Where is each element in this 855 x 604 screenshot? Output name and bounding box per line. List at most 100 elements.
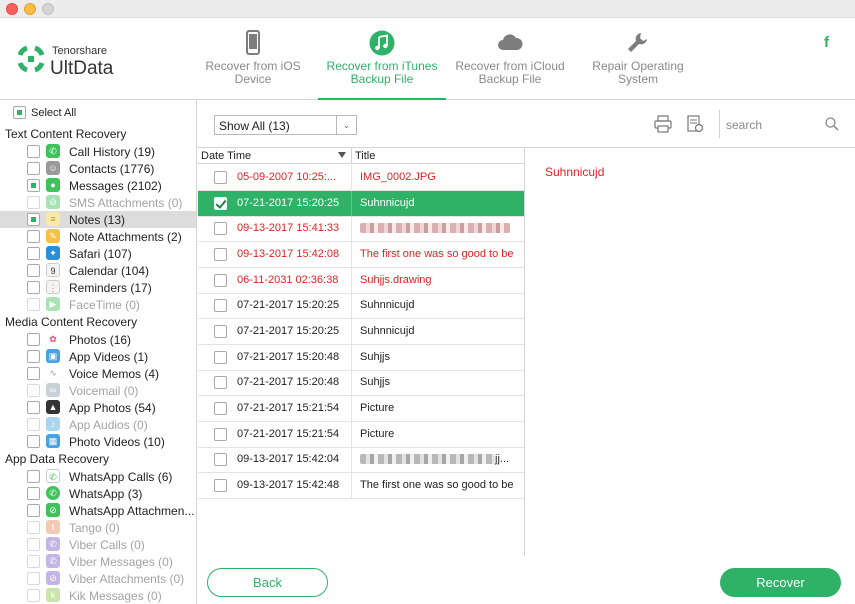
item-checkbox[interactable] (27, 333, 40, 346)
column-divider (351, 447, 352, 472)
tab-repair-os[interactable]: Repair Operating System (583, 18, 693, 100)
paperclip-icon: ⊘ (46, 195, 60, 209)
cell-date: 07-21-2017 15:20:48 (237, 351, 340, 363)
sidebar-item-label: Call History (19) (69, 145, 156, 159)
item-checkbox[interactable] (27, 470, 40, 483)
item-checkbox[interactable] (27, 401, 40, 414)
export-settings-icon[interactable] (686, 115, 704, 133)
close-window-button[interactable] (6, 3, 18, 15)
item-checkbox[interactable] (27, 213, 40, 226)
sidebar-item-whatsapp-calls[interactable]: ✆ WhatsApp Calls (6) (0, 468, 196, 485)
sidebar-item-app-videos[interactable]: ▣ App Videos (1) (0, 348, 196, 365)
preview-content: Suhnnicujd (545, 165, 605, 179)
row-checkbox[interactable] (214, 325, 227, 338)
table-row[interactable]: 07-21-2017 15:20:48 Suhjjs (198, 370, 524, 396)
table-row[interactable]: 09-13-2017 15:42:08 The first one was so… (198, 242, 524, 268)
tab-recover-itunes-backup[interactable]: Recover from iTunes Backup File (318, 18, 446, 100)
table-row[interactable]: 07-21-2017 15:20:25 Suhnnicujd (198, 293, 524, 319)
row-checkbox[interactable] (214, 428, 227, 441)
column-divider (351, 242, 352, 267)
sidebar-item-label: FaceTime (0) (69, 298, 140, 312)
minimize-window-button[interactable] (24, 3, 36, 15)
item-checkbox[interactable] (27, 162, 40, 175)
item-checkbox[interactable] (27, 367, 40, 380)
zoom-window-button[interactable] (42, 3, 54, 15)
row-checkbox[interactable] (214, 351, 227, 364)
item-checkbox[interactable] (27, 281, 40, 294)
sidebar-item-safari[interactable]: ✦ Safari (107) (0, 245, 196, 262)
row-checkbox[interactable] (214, 453, 227, 466)
cell-date: 07-21-2017 15:21:54 (237, 428, 340, 440)
table-row[interactable]: 09-13-2017 15:42:48 The first one was so… (198, 473, 524, 499)
column-divider (351, 293, 352, 318)
sidebar-item-contacts[interactable]: ☺ Contacts (1776) (0, 160, 196, 177)
sidebar-item-whatsapp[interactable]: ✆ WhatsApp (3) (0, 485, 196, 502)
sidebar-item-messages[interactable]: ● Messages (2102) (0, 177, 196, 194)
item-checkbox[interactable] (27, 145, 40, 158)
note-preview-pane: Suhnnicujd (526, 148, 855, 556)
row-checkbox[interactable] (214, 248, 227, 261)
table-row[interactable]: 07-21-2017 15:20:48 Suhjjs (198, 345, 524, 371)
sidebar-item-call-history[interactable]: ✆ Call History (19) (0, 143, 196, 160)
sidebar-item-notes[interactable]: ≡ Notes (13) (0, 211, 196, 228)
reminders-list-icon: ⋮ (46, 280, 60, 294)
sidebar-item-label: Calendar (104) (69, 264, 150, 278)
sidebar-item-photos[interactable]: ✿ Photos (16) (0, 331, 196, 348)
phone-icon (246, 30, 260, 55)
row-checkbox[interactable] (214, 376, 227, 389)
cell-title: IMG_0002.JPG (360, 171, 436, 183)
item-checkbox[interactable] (27, 487, 40, 500)
sidebar-item-reminders[interactable]: ⋮ Reminders (17) (0, 279, 196, 296)
item-checkbox[interactable] (27, 247, 40, 260)
sidebar-item-note-attachments[interactable]: ✎ Note Attachments (2) (0, 228, 196, 245)
row-checkbox[interactable] (214, 274, 227, 287)
sort-descending-icon[interactable] (338, 152, 346, 158)
table-row[interactable]: 07-21-2017 15:21:54 Picture (198, 396, 524, 422)
item-checkbox[interactable] (27, 435, 40, 448)
sidebar-item-label: WhatsApp Attachmen... (69, 504, 195, 518)
cell-date: 07-21-2017 15:21:54 (237, 402, 340, 414)
item-checkbox[interactable] (27, 504, 40, 517)
table-row[interactable]: 07-21-2017 15:21:54 Picture (198, 422, 524, 448)
tab-recover-ios-device[interactable]: Recover from iOS Device (199, 18, 307, 100)
search-input[interactable] (726, 115, 836, 135)
filter-dropdown[interactable]: Show All (13) ⌄ (214, 115, 357, 135)
print-icon[interactable] (654, 115, 672, 133)
column-divider (351, 396, 352, 421)
back-button[interactable]: Back (207, 568, 328, 597)
chevron-down-icon[interactable]: ⌄ (336, 116, 356, 134)
table-row[interactable]: 06-11-2031 02:36:38 Suhjjs.drawing (198, 268, 524, 294)
item-checkbox[interactable] (27, 230, 40, 243)
sidebar-item-label: SMS Attachments (0) (69, 196, 183, 210)
table-row[interactable]: 07-21-2017 15:20:25 Suhnnicujd (198, 191, 524, 217)
column-divider (351, 422, 352, 447)
row-checkbox[interactable] (214, 299, 227, 312)
table-row[interactable]: 05-09-2007 10:25:... IMG_0002.JPG (198, 165, 524, 191)
column-header-title[interactable]: Title (355, 150, 375, 162)
row-checkbox[interactable] (214, 197, 227, 210)
sidebar-item-label: Messages (2102) (69, 179, 162, 193)
item-checkbox[interactable] (27, 350, 40, 363)
item-checkbox[interactable] (27, 264, 40, 277)
select-all-checkbox[interactable] (13, 106, 26, 119)
sidebar-item-calendar[interactable]: 9 Calendar (104) (0, 262, 196, 279)
facebook-icon[interactable]: f (824, 34, 829, 51)
row-checkbox[interactable] (214, 402, 227, 415)
row-checkbox[interactable] (214, 479, 227, 492)
sidebar-item-photo-videos[interactable]: ▦ Photo Videos (10) (0, 433, 196, 450)
row-checkbox[interactable] (214, 222, 227, 235)
row-checkbox[interactable] (214, 171, 227, 184)
search-icon[interactable] (825, 117, 839, 131)
table-row[interactable]: 09-13-2017 15:42:04 jj... (198, 447, 524, 473)
sidebar-item-whatsapp-attachments[interactable]: ⊘ WhatsApp Attachmen... (0, 502, 196, 519)
item-checkbox[interactable] (27, 179, 40, 192)
sidebar-item-label: Safari (107) (69, 247, 132, 261)
table-row[interactable]: 07-21-2017 15:20:25 Suhnnicujd (198, 319, 524, 345)
tab-recover-icloud-backup[interactable]: Recover from iCloud Backup File (455, 18, 565, 100)
recover-button[interactable]: Recover (720, 568, 841, 597)
table-row[interactable]: 09-13-2017 15:41:33 (198, 216, 524, 242)
phone-call-icon: ✆ (46, 144, 60, 158)
sidebar-item-app-photos[interactable]: ▲ App Photos (54) (0, 399, 196, 416)
column-header-date[interactable]: Date Time (201, 150, 251, 162)
sidebar-item-voice-memos[interactable]: ∿ Voice Memos (4) (0, 365, 196, 382)
